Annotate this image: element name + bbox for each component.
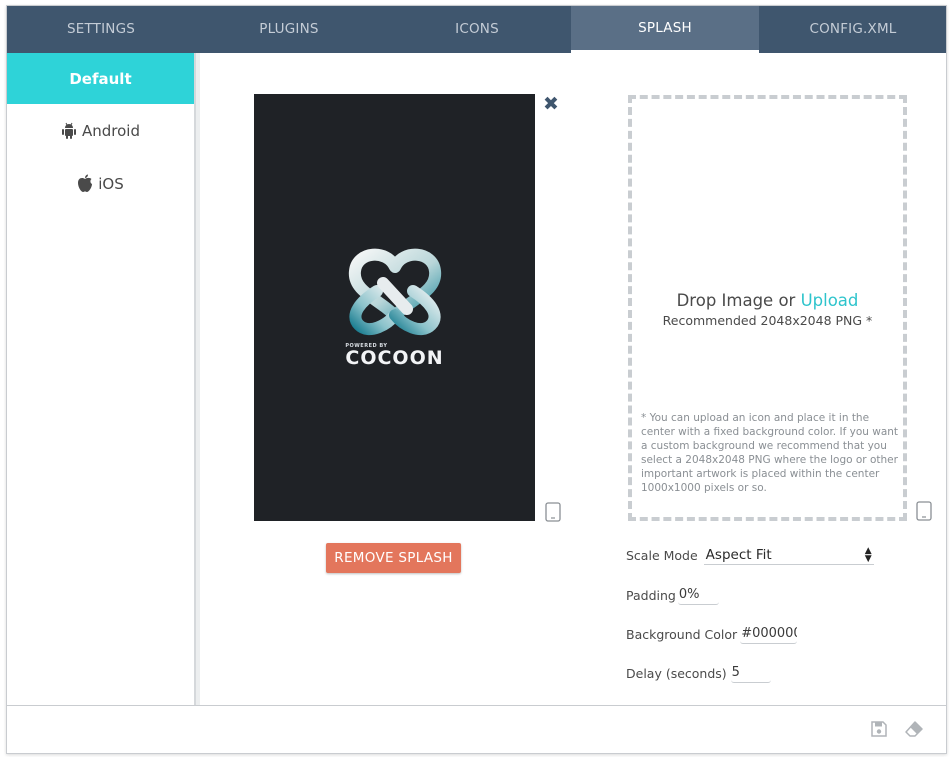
delay-input[interactable] xyxy=(730,663,771,683)
background-color-field: Background Color xyxy=(626,624,798,644)
background-color-input[interactable] xyxy=(740,624,798,644)
splash-editor-window: SETTINGS PLUGINS ICONS SPLASH CONFIG.XML… xyxy=(6,5,947,754)
tab-config-xml[interactable]: CONFIG.XML xyxy=(759,6,946,53)
sidebar-item-label: iOS xyxy=(98,174,124,193)
drop-title-text: Drop Image or xyxy=(676,291,801,310)
delay-label: Delay (seconds) xyxy=(626,665,727,681)
apple-icon xyxy=(77,174,93,193)
scale-mode-field: Scale Mode Aspect Fit ▲ ▼ xyxy=(626,546,874,565)
scale-mode-label: Scale Mode xyxy=(626,548,698,563)
image-drop-zone[interactable]: Drop Image or Upload Recommended 2048x20… xyxy=(628,95,907,521)
splash-main-panel: POWERED BY COCOON ✖ REMOVE SPLASH Drop I… xyxy=(196,53,946,705)
footer-bar xyxy=(7,705,946,753)
background-color-label: Background Color xyxy=(626,626,738,642)
tab-settings[interactable]: SETTINGS xyxy=(7,6,195,53)
tab-splash[interactable]: SPLASH xyxy=(571,6,759,53)
cocoon-logo: POWERED BY COCOON xyxy=(345,243,443,367)
brand-name: COCOON xyxy=(345,346,444,369)
android-icon xyxy=(61,122,77,140)
platform-sidebar: Default Android iOS xyxy=(7,53,196,705)
tablet-icon[interactable] xyxy=(916,501,932,525)
sidebar-item-label: Default xyxy=(69,69,132,88)
scale-mode-value: Aspect Fit xyxy=(705,547,772,563)
sidebar-item-label: Android xyxy=(82,121,140,140)
padding-label: Padding xyxy=(626,587,676,603)
save-icon[interactable] xyxy=(871,721,887,741)
upload-note: * You can upload an icon and place it in… xyxy=(641,412,899,494)
upload-link[interactable]: Upload xyxy=(801,291,859,310)
delay-field: Delay (seconds) xyxy=(626,663,771,683)
remove-splash-button[interactable]: REMOVE SPLASH xyxy=(326,543,461,573)
eraser-icon[interactable] xyxy=(905,721,923,741)
sidebar-item-default[interactable]: Default xyxy=(7,53,194,104)
recommended-size-text: Recommended 2048x2048 PNG * xyxy=(662,313,873,328)
drop-title: Drop Image or Upload xyxy=(632,291,903,310)
scale-mode-select[interactable]: Aspect Fit ▲ ▼ xyxy=(703,546,874,565)
tab-bar: SETTINGS PLUGINS ICONS SPLASH CONFIG.XML xyxy=(7,6,946,53)
cocoon-logo-mark xyxy=(348,248,441,335)
tablet-icon[interactable] xyxy=(545,502,561,526)
tab-icons[interactable]: ICONS xyxy=(383,6,571,53)
sidebar-item-android[interactable]: Android xyxy=(7,104,194,157)
splash-preview: POWERED BY COCOON xyxy=(254,94,535,521)
select-arrows-icon: ▲ ▼ xyxy=(864,546,872,564)
close-icon[interactable]: ✖ xyxy=(543,93,559,115)
sidebar-item-ios[interactable]: iOS xyxy=(7,157,194,210)
padding-input[interactable] xyxy=(677,585,719,605)
tab-plugins[interactable]: PLUGINS xyxy=(195,6,383,53)
padding-field: Padding xyxy=(626,585,719,605)
